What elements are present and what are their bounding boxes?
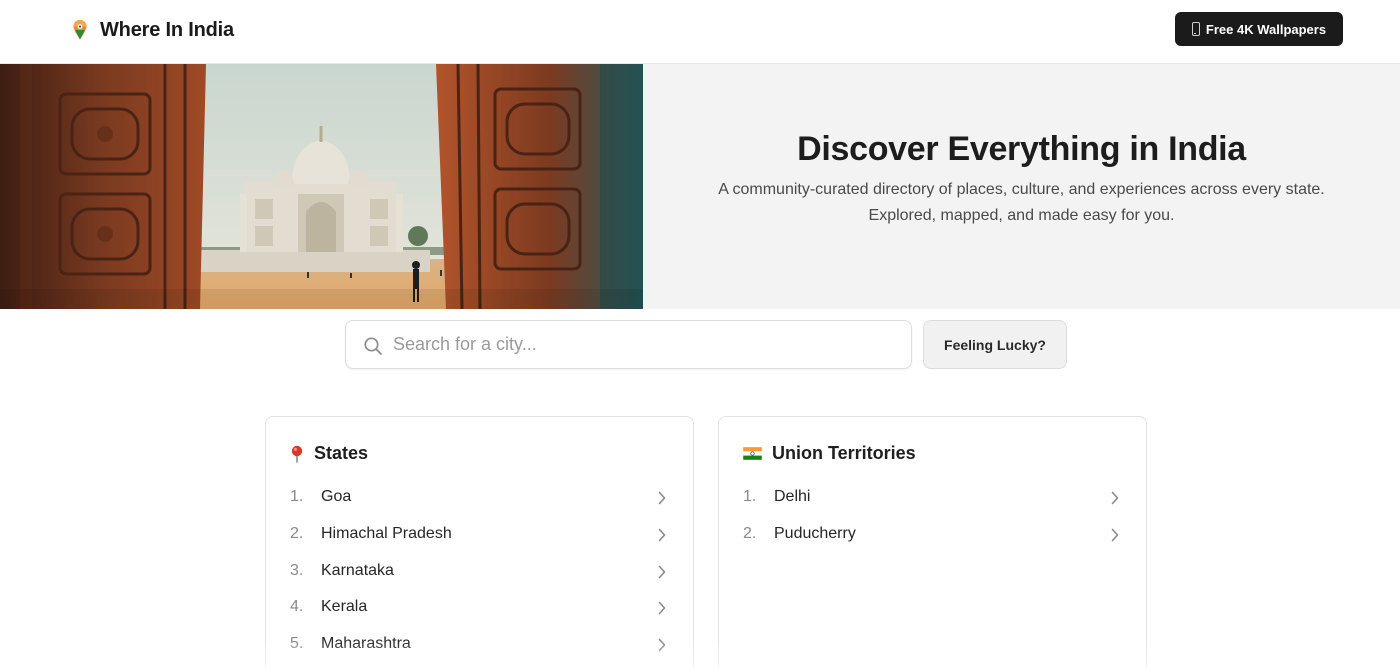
item-number: 5. — [290, 635, 304, 653]
brand-link[interactable]: Where In India — [72, 16, 234, 44]
hero-subtitle-line-2: Explored, mapped, and made easy for you. — [868, 207, 1175, 224]
item-number: 4. — [290, 598, 304, 616]
hero-panel: Discover Everything in India A community… — [643, 64, 1400, 309]
item-number: 2. — [743, 524, 757, 542]
list-item-kerala[interactable]: 4. Kerala — [266, 589, 693, 626]
states-title: States — [314, 443, 369, 463]
hero-title: Discover Everything in India — [797, 130, 1246, 168]
item-name: Karnataka — [321, 561, 394, 579]
chevron-right-icon — [658, 638, 666, 652]
hero-image — [0, 64, 643, 309]
free-wallpapers-button[interactable]: Free 4K Wallpapers — [1175, 12, 1343, 46]
list-item-karnataka[interactable]: 3. Karnataka — [266, 553, 693, 590]
phone-icon — [1191, 22, 1200, 36]
pushpin-icon — [291, 445, 303, 462]
top-navbar: Where In India Free 4K Wallpapers — [0, 0, 1400, 64]
list-item-puducherry[interactable]: 2. Puducherry — [719, 516, 1146, 553]
list-item-maharashtra[interactable]: 5. Maharashtra — [266, 626, 693, 663]
chevron-right-icon — [1111, 491, 1119, 505]
item-name: Puducherry — [774, 524, 856, 542]
union-territories-title: Union Territories — [772, 443, 916, 463]
list-item-himachal-pradesh[interactable]: 2. Himachal Pradesh — [266, 516, 693, 553]
item-number: 1. — [290, 488, 304, 505]
union-territories-card: Union Territories 1. Delhi 2. Puducherry — [718, 416, 1147, 668]
item-number: 1. — [743, 488, 757, 505]
list-item-goa[interactable]: 1. Goa — [266, 479, 693, 516]
feeling-lucky-button[interactable]: Feeling Lucky? — [923, 320, 1067, 369]
states-header: States — [290, 443, 368, 464]
search-icon — [364, 337, 382, 355]
chevron-right-icon — [658, 565, 666, 578]
chevron-right-icon — [658, 491, 666, 505]
brand-name: Where In India — [100, 18, 234, 41]
india-flag-icon — [743, 447, 762, 460]
search-box — [345, 320, 912, 369]
item-name: Delhi — [774, 488, 811, 505]
union-territories-header: Union Territories — [743, 443, 916, 464]
item-name: Kerala — [321, 598, 368, 616]
hero-subtitle: A community-curated directory of places,… — [643, 177, 1400, 229]
search-input[interactable] — [393, 321, 893, 368]
free-wallpapers-label: Free 4K Wallpapers — [1205, 21, 1327, 37]
union-territories-list: 1. Delhi 2. Puducherry — [719, 479, 1146, 553]
chevron-right-icon — [1111, 528, 1119, 542]
chevron-right-icon — [658, 602, 666, 615]
item-name: Maharashtra — [321, 635, 411, 653]
bottom-fade — [0, 640, 1400, 668]
item-number: 2. — [290, 524, 304, 542]
item-number: 3. — [290, 561, 304, 579]
list-item-delhi[interactable]: 1. Delhi — [719, 479, 1146, 516]
map-pin-icon — [73, 20, 87, 40]
states-list: 1. Goa 2. Himachal Pradesh 3. Karnataka … — [266, 479, 693, 663]
hero-subtitle-line-1: A community-curated directory of places,… — [718, 181, 1325, 198]
chevron-right-icon — [658, 528, 666, 542]
item-name: Goa — [321, 488, 352, 505]
states-card: States 1. Goa 2. Himachal Pradesh 3. Kar… — [265, 416, 694, 668]
item-name: Himachal Pradesh — [321, 524, 452, 542]
